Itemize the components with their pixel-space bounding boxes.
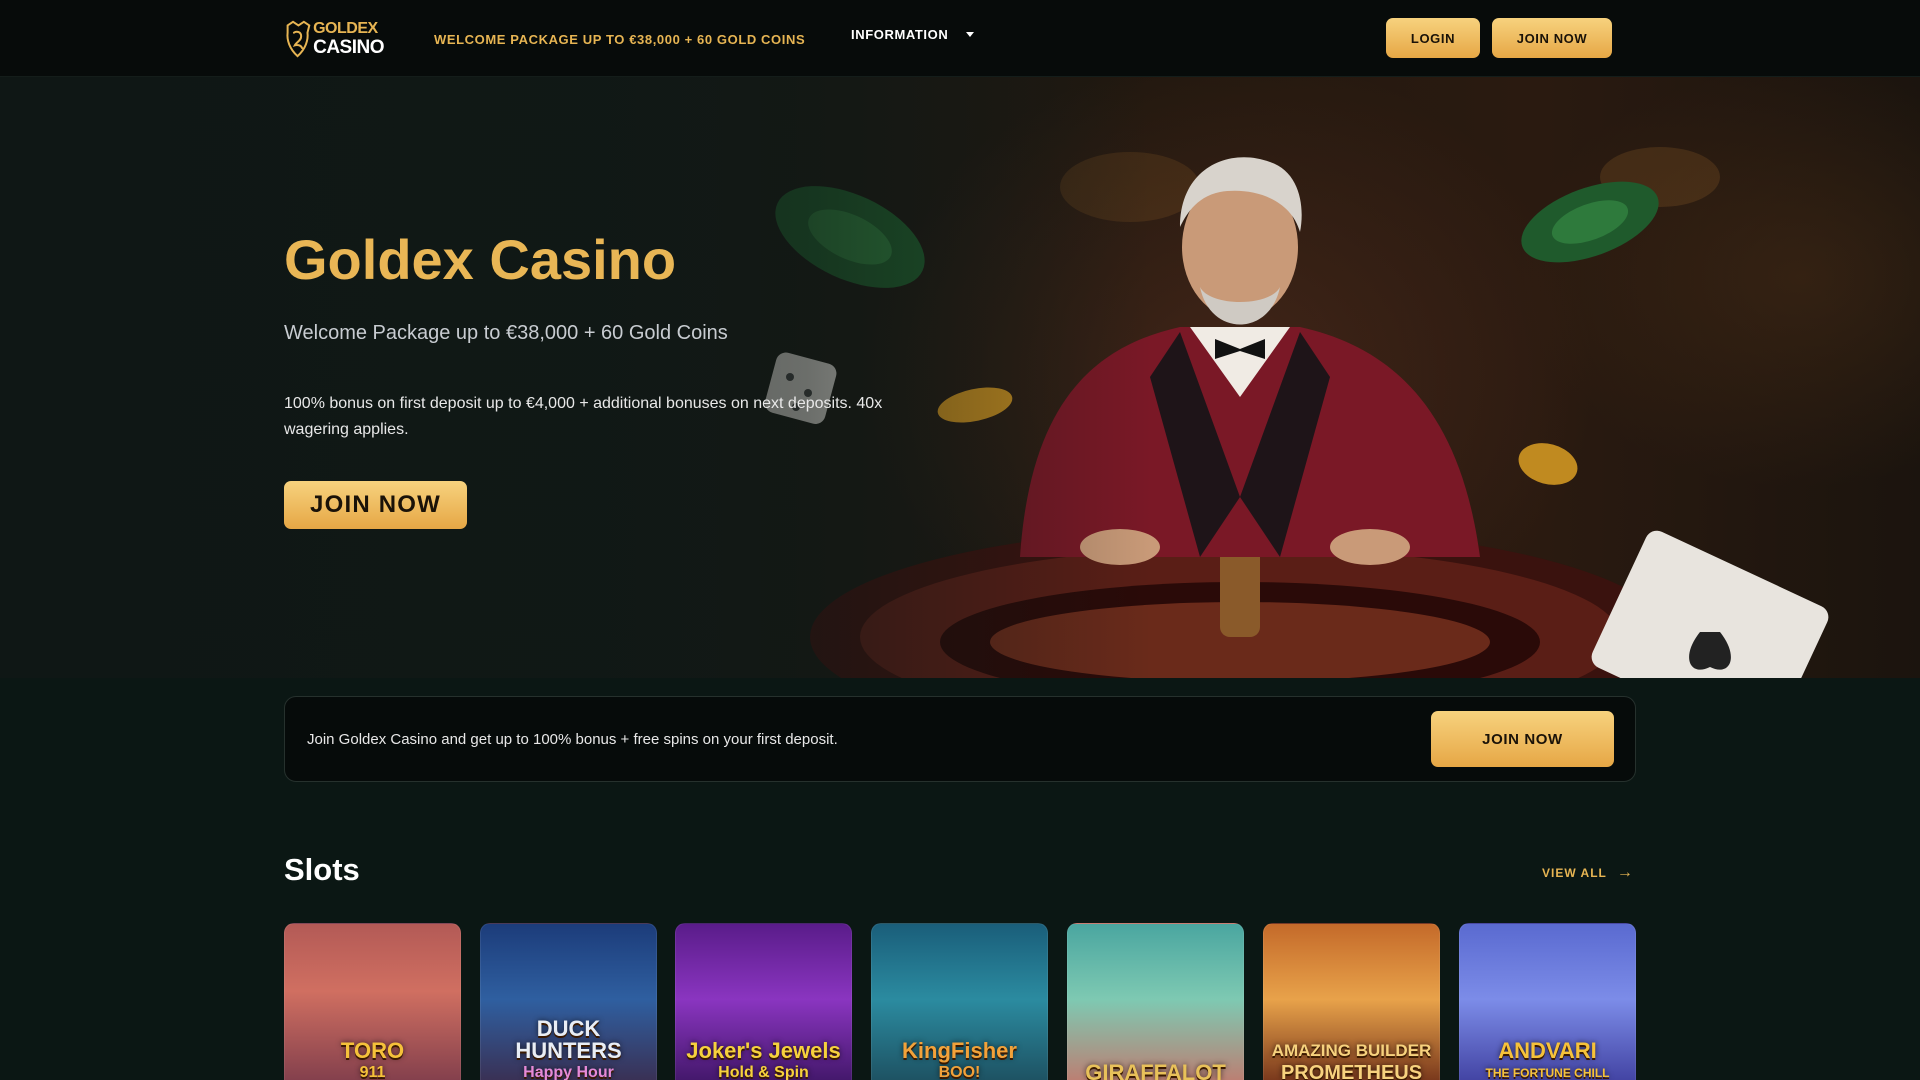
game-title: AMAZING BUILDER PROMETHEUS (1264, 1040, 1439, 1080)
top-nav-bar: GOLDEX CASINO WELCOME PACKAGE UP TO €38,… (0, 0, 1920, 77)
game-name-sub: Happy Hour (523, 1064, 614, 1080)
slot-game-card[interactable]: TORO 911 (284, 923, 461, 1080)
slot-game-card[interactable]: Joker's Jewels Hold & Spin (675, 923, 852, 1080)
game-name-sub: BOO! (938, 1064, 981, 1080)
lion-crest-icon (286, 20, 311, 58)
hero-title: Goldex Casino (284, 228, 677, 291)
welcome-package-link[interactable]: WELCOME PACKAGE UP TO €38,000 + 60 GOLD … (434, 32, 805, 47)
logo-line-1: GOLDEX (313, 20, 378, 37)
hero-description: 100% bonus on first deposit up to €4,000… (284, 395, 883, 438)
game-name-main: Joker's Jewels (686, 1038, 841, 1063)
slots-section-title: Slots (284, 852, 360, 887)
hero-background-illustration (0, 77, 1920, 678)
site-logo[interactable]: GOLDEX CASINO (284, 18, 384, 60)
arrow-right-icon: → (1616, 864, 1634, 881)
game-name-main: GIRAFFALOT (1085, 1060, 1226, 1080)
slot-game-card[interactable]: AMAZING BUILDER PROMETHEUS (1263, 923, 1440, 1080)
game-name-main: ANDVARI (1498, 1038, 1597, 1063)
information-dropdown[interactable]: INFORMATION (851, 27, 975, 42)
slot-game-card[interactable]: DUCK HUNTERS Happy Hour (480, 923, 657, 1080)
game-title: DUCK HUNTERS Happy Hour (481, 1018, 656, 1080)
banner-text: Join Goldex Casino and get up to 100% bo… (307, 731, 838, 748)
logo-wordmark: GOLDEX CASINO (313, 20, 384, 58)
slot-game-card[interactable]: ANDVARI THE FORTUNE CHILL (1459, 923, 1636, 1080)
hero-section: Goldex Casino Welcome Package up to €38,… (0, 77, 1920, 678)
header-join-now-button[interactable]: JOIN NOW (1492, 18, 1612, 58)
game-name-sub: PROMETHEUS (1280, 1062, 1423, 1080)
game-name-main: TORO (340, 1038, 405, 1063)
slot-game-card[interactable]: KingFisher BOO! (871, 923, 1048, 1080)
game-title: KingFisher BOO! (872, 1040, 1047, 1080)
game-name-main: KingFisher (902, 1038, 1017, 1063)
game-name-main: DUCK HUNTERS (515, 1016, 622, 1063)
game-title: Joker's Jewels Hold & Spin (676, 1040, 851, 1080)
game-name-main: AMAZING BUILDER (1271, 1041, 1432, 1060)
logo-line-2: CASINO (313, 37, 384, 58)
game-title: TORO 911 (285, 1040, 460, 1080)
hero-join-now-button[interactable]: JOIN NOW (284, 481, 467, 529)
view-all-label: VIEW ALL (1542, 866, 1607, 880)
view-all-slots-link[interactable]: VIEW ALL → (1542, 864, 1634, 882)
game-title: ANDVARI THE FORTUNE CHILL (1460, 1040, 1635, 1080)
hero-subtitle: Welcome Package up to €38,000 + 60 Gold … (284, 322, 728, 344)
game-name-sub: 911 (359, 1064, 386, 1080)
information-label: INFORMATION (851, 27, 949, 42)
slot-game-card[interactable]: GIRAFFALOT (1067, 923, 1244, 1080)
signup-banner: Join Goldex Casino and get up to 100% bo… (284, 696, 1636, 782)
caret-down-icon (966, 32, 975, 37)
game-name-sub: Hold & Spin (718, 1064, 809, 1080)
login-button[interactable]: LOGIN (1386, 18, 1480, 58)
game-title: GIRAFFALOT (1068, 1062, 1243, 1080)
game-name-sub: THE FORTUNE CHILL (1485, 1066, 1610, 1080)
banner-join-now-button[interactable]: JOIN NOW (1431, 711, 1614, 767)
